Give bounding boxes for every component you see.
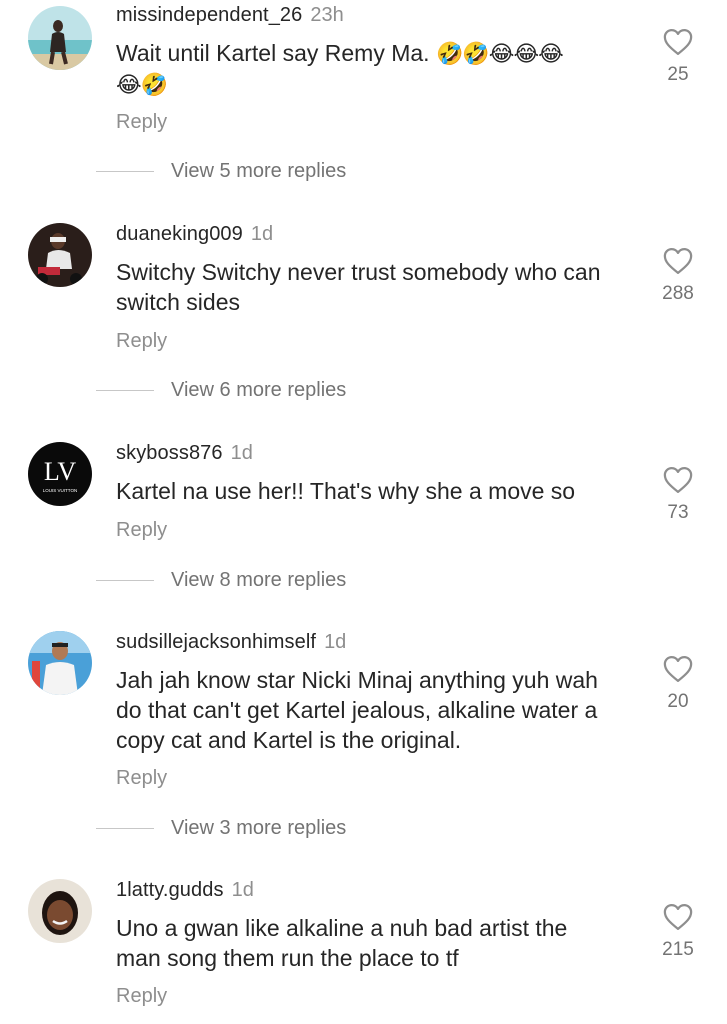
heart-outline-icon[interactable] xyxy=(663,655,693,683)
view-replies-label[interactable]: View 5 more replies xyxy=(171,159,346,183)
comment-text: Uno a gwan like alkaline a nuh bad artis… xyxy=(116,915,568,971)
timestamp: 1d xyxy=(230,442,253,464)
timestamp: 1d xyxy=(250,223,274,245)
avatar[interactable] xyxy=(28,879,92,943)
avatar[interactable]: LV LOUIS VUITTON xyxy=(28,442,92,506)
reply-button[interactable]: Reply xyxy=(116,329,167,353)
username[interactable]: duaneking009 xyxy=(116,223,243,245)
heart-outline-icon[interactable] xyxy=(663,28,693,56)
view-replies-label[interactable]: View 6 more replies xyxy=(171,378,346,402)
like-count: 215 xyxy=(662,939,694,960)
emoji-group: 🤣🤣😂😂😂 xyxy=(435,41,564,66)
avatar[interactable] xyxy=(28,6,92,70)
comment-text: Switchy Switchy never trust somebody who… xyxy=(116,259,601,315)
comments-feed: missindependent_26 23h Wait until Kartel … xyxy=(0,0,727,1024)
like-count: 73 xyxy=(667,502,689,523)
avatar-woman-photo xyxy=(28,879,92,943)
timestamp: 23h xyxy=(310,4,344,26)
like-button[interactable]: 288 xyxy=(650,247,706,305)
comment-text: Kartel na use her!! That's why she a mov… xyxy=(116,478,576,504)
avatar-logo-text: LV xyxy=(44,457,76,486)
divider-line xyxy=(96,390,154,391)
like-button[interactable]: 25 xyxy=(650,28,706,86)
avatar-motorbike-photo xyxy=(28,223,92,287)
like-button[interactable]: 215 xyxy=(650,903,706,961)
view-replies-label[interactable]: View 3 more replies xyxy=(171,816,346,840)
reply-button[interactable]: Reply xyxy=(116,518,167,542)
username[interactable]: sudsillejacksonhimself xyxy=(116,631,316,653)
comment-text: Wait until Kartel say Remy Ma. 🤣🤣😂😂😂 😂🤣 xyxy=(116,38,616,100)
avatar-beach-photo xyxy=(28,6,92,70)
username[interactable]: skyboss876 xyxy=(116,442,223,464)
like-count: 20 xyxy=(667,691,689,712)
heart-outline-icon[interactable] xyxy=(663,466,693,494)
username[interactable]: missindependent_26 xyxy=(116,4,302,26)
heart-outline-icon[interactable] xyxy=(663,247,693,275)
like-count: 25 xyxy=(667,64,689,85)
louis-vuitton-logo-avatar: LV LOUIS VUITTON xyxy=(28,442,92,506)
avatar-caption-text: LOUIS VUITTON xyxy=(43,488,77,493)
like-count: 288 xyxy=(662,283,694,304)
heart-outline-icon[interactable] xyxy=(663,903,693,931)
reply-button[interactable]: Reply xyxy=(116,766,167,790)
username[interactable]: 1latty.gudds xyxy=(116,879,224,901)
timestamp: 1d xyxy=(231,879,254,901)
avatar-man-photo xyxy=(28,631,92,695)
comment-text: Jah jah know star Nicki Minaj anything y… xyxy=(116,667,598,753)
avatar[interactable] xyxy=(28,631,92,695)
avatar[interactable] xyxy=(28,223,92,287)
reply-button[interactable]: Reply xyxy=(116,110,167,134)
divider-line xyxy=(96,580,154,581)
timestamp: 1d xyxy=(324,631,347,653)
divider-line xyxy=(96,171,154,172)
comment-text-body: Wait until Kartel say Remy Ma. xyxy=(116,40,430,66)
like-button[interactable]: 73 xyxy=(650,466,706,524)
reply-button[interactable]: Reply xyxy=(116,984,167,1008)
emoji-group: 😂🤣 xyxy=(116,72,168,97)
view-replies-label[interactable]: View 8 more replies xyxy=(171,568,346,592)
like-button[interactable]: 20 xyxy=(650,655,706,713)
divider-line xyxy=(96,828,154,829)
